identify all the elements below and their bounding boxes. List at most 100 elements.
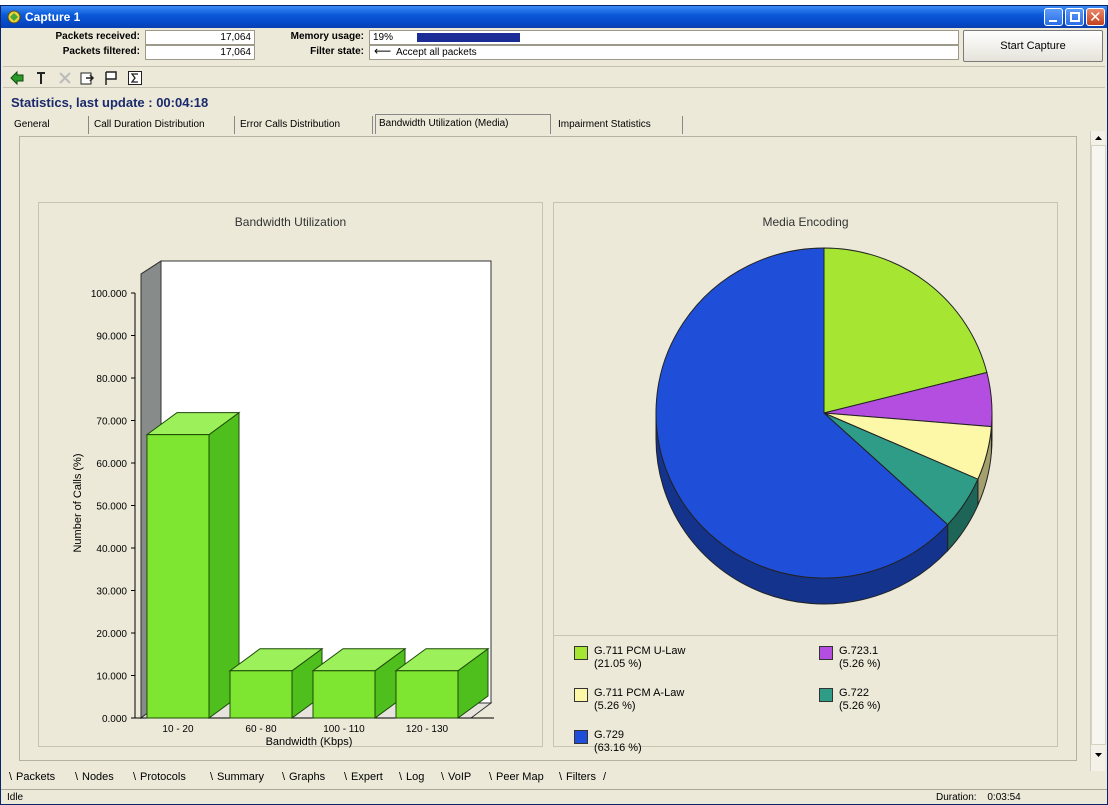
bar-front (312, 670, 376, 719)
tab-general[interactable]: General (11, 116, 89, 134)
x-tick-label: 100 - 110 (323, 724, 365, 735)
bar-front (146, 434, 210, 719)
memory-usage-value: 19% (373, 32, 394, 43)
legend-label: G.729 (63.16 %) (594, 729, 642, 755)
window-title: Capture 1 (25, 10, 81, 24)
y-tick-label: 70.000 (96, 417, 127, 428)
y-tick-label: 0.000 (102, 714, 127, 725)
chart-area: Bandwidth Utilization 0.000 10.000 20.000 3… (19, 136, 1077, 761)
pie-slices (655, 247, 993, 605)
view-tab-nodes[interactable]: Nodes (82, 771, 114, 783)
bandwidth-bar-chart: 0.000 10.000 20.000 30.000 40.000 50.000 60.00… (72, 260, 494, 748)
filter-state-value: Accept all packets (396, 47, 477, 58)
close-icon: ✕ (1089, 9, 1102, 26)
legend-swatch (574, 688, 588, 702)
bar-front (395, 670, 459, 719)
bandwidth-panel: Bandwidth Utilization 0.000 10.000 20.000 3… (38, 202, 543, 748)
scroll-down-icon (1095, 753, 1102, 757)
start-capture-button[interactable]: Start Capture (963, 30, 1103, 62)
legend-swatch (819, 688, 833, 702)
tab-error-calls-distribution[interactable]: Error Calls Distribution (237, 116, 373, 134)
legend-series-name: G.729 (594, 729, 624, 741)
capture-info-bar: Packets received: 17,064 Packets filtere… (3, 29, 1105, 63)
legend-percentage: (5.26 %) (839, 658, 881, 670)
scroll-down-button[interactable] (1091, 748, 1106, 762)
bar (145, 411, 241, 719)
vertical-scrollbar[interactable] (1090, 131, 1106, 771)
view-tab-expert[interactable]: Expert (351, 771, 383, 783)
tab-separator: \ (559, 771, 563, 783)
tab-separator: \ (441, 771, 445, 783)
view-tab-log[interactable]: Log (406, 771, 424, 783)
legend-percentage: (63.16 %) (594, 742, 642, 754)
y-tick-label: 30.000 (96, 587, 127, 598)
back-arrow-icon[interactable] (9, 70, 25, 86)
legend-percentage: (5.26 %) (839, 700, 881, 712)
memory-usage-label: Memory usage: (257, 30, 367, 45)
legend-series-name: G.722 (839, 687, 869, 699)
close-button[interactable]: ✕ (1086, 8, 1105, 26)
y-tick-label: 60.000 (96, 459, 127, 470)
x-tick-label: 10 - 20 (162, 724, 194, 735)
filter-state-label: Filter state: (257, 45, 367, 60)
legend-item: G.711 PCM U-Law (21.05 %) (574, 645, 774, 675)
tab-bandwidth-utilization-media[interactable]: Bandwidth Utilization (Media) (375, 114, 551, 134)
packets-filtered-label: Packets filtered: (3, 45, 143, 60)
legend-item: G.711 PCM A-Law (5.26 %) (574, 687, 774, 717)
maximize-icon (1070, 12, 1080, 22)
legend-item: G.723.1 (5.26 %) (819, 645, 1019, 675)
statistics-title: Statistics, last update : 00:04:18 (11, 95, 209, 110)
y-axis-ticks: 0.000 10.000 20.000 30.000 40.000 50.000 60.00… (91, 289, 135, 725)
y-tick-label: 80.000 (96, 374, 127, 385)
x-axis-label: Bandwidth (Kbps) (266, 736, 353, 748)
tab-separator: \ (282, 771, 286, 783)
legend-item: G.729 (63.16 %) (574, 729, 774, 759)
minimize-button[interactable] (1044, 8, 1063, 26)
tab-separator: \ (489, 771, 493, 783)
view-tab-graphs[interactable]: Graphs (289, 771, 325, 783)
memory-usage-field: 19% (369, 30, 959, 45)
title-bar[interactable]: Capture 1 ✕ (1, 6, 1107, 28)
packets-received-label: Packets received: (3, 30, 143, 45)
view-tab-voip[interactable]: VoIP (448, 771, 471, 783)
duration-value: 0:03:54 (987, 792, 1021, 803)
tab-separator: \ (210, 771, 214, 783)
duration-label: Duration: (936, 792, 977, 803)
tab-impairment-statistics[interactable]: Impairment Statistics (555, 116, 683, 134)
view-tab-summary[interactable]: Summary (217, 771, 264, 783)
y-tick-label: 10.000 (96, 672, 127, 683)
sum-icon[interactable] (127, 70, 143, 86)
maximize-button[interactable] (1065, 8, 1084, 26)
scroll-track[interactable] (1091, 145, 1106, 745)
view-tab-peer-map[interactable]: Peer Map (496, 771, 544, 783)
tab-separator: \ (399, 771, 403, 783)
media-encoding-panel: Media Encoding G.711 PCM U-Law (21.05 %) G… (553, 202, 1058, 754)
view-tab-protocols[interactable]: Protocols (140, 771, 186, 783)
flag-icon[interactable] (103, 70, 119, 86)
memory-usage-bar (417, 33, 520, 42)
export-icon[interactable] (79, 70, 95, 86)
app-icon (7, 10, 21, 24)
legend-label: G.711 PCM U-Law (21.05 %) (594, 645, 686, 671)
view-tab-packets[interactable]: Packets (16, 771, 55, 783)
tab-separator: \ (133, 771, 137, 783)
filter-state-field: ⟵ Accept all packets (369, 45, 959, 60)
status-state: Idle (7, 792, 24, 803)
tab-call-duration-distribution[interactable]: Call Duration Distribution (91, 116, 235, 134)
y-tick-label: 50.000 (96, 502, 127, 513)
filter-pin-icon[interactable] (33, 70, 49, 86)
legend-swatch (819, 646, 833, 660)
y-tick-label: 100.000 (91, 289, 128, 300)
tab-separator: \ (9, 771, 13, 783)
legend-divider (554, 635, 1057, 636)
bar-front (229, 670, 293, 719)
x-tick-label: 60 - 80 (245, 724, 277, 735)
view-tab-filters[interactable]: Filters (566, 771, 596, 783)
disabled-icon[interactable] (57, 70, 73, 86)
scroll-up-button[interactable] (1091, 131, 1106, 145)
media-pie-chart (655, 247, 993, 605)
legend-series-name: G.711 PCM U-Law (594, 645, 686, 657)
y-tick-label: 90.000 (96, 332, 127, 343)
capture-window: Capture 1 ✕ Packets received: 17,064 Pac… (0, 5, 1108, 805)
toolbar (3, 66, 1105, 88)
